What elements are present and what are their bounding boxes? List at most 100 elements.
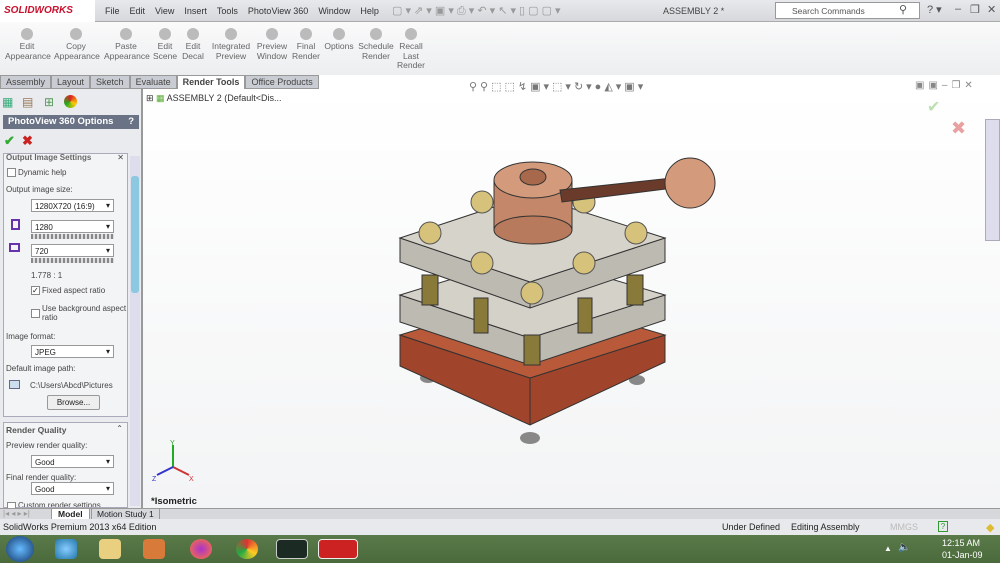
menu-view[interactable]: View [150, 0, 179, 22]
clock-time[interactable]: 12:15 AM [942, 538, 980, 548]
label: Preview Window [256, 41, 288, 61]
tray-expand-icon[interactable]: ▲ [884, 544, 892, 553]
units-select[interactable]: MMGS [890, 522, 918, 532]
fixed-aspect-checkbox[interactable]: ✓ [31, 286, 40, 295]
bg-aspect-checkbox[interactable] [31, 309, 40, 318]
integrated-preview-button[interactable]: Integrated Preview [210, 28, 252, 61]
start-button[interactable] [6, 536, 34, 562]
config-manager-tab-icon[interactable]: ⊞ [44, 95, 54, 109]
path-label: Default image path: [6, 364, 76, 373]
assembly-model[interactable] [143, 89, 1000, 508]
tab-evaluate[interactable]: Evaluate [129, 75, 177, 89]
foot [520, 432, 540, 444]
copy-appearance-button[interactable]: Copy Appearance [54, 28, 100, 61]
solidworks-logo[interactable]: SOLIDWORKS [0, 0, 95, 22]
file-explorer-icon[interactable] [99, 539, 121, 559]
scrollbar-thumb[interactable] [131, 176, 139, 293]
preview-quality-label: Preview render quality: [6, 441, 88, 450]
label: Copy Appearance [54, 41, 100, 61]
tab-scroll-arrows[interactable]: |◂ ◂ ▸ ▸| [3, 509, 30, 518]
search-icon[interactable]: ⚲ [899, 3, 907, 16]
tab-assembly[interactable]: Assembly [0, 75, 52, 89]
tab-render-tools[interactable]: Render Tools [176, 75, 246, 89]
graphics-area[interactable]: ⊞ ▦ ASSEMBLY 2 (Default<Dis... ⚲⚲⬚⬚↯▣▾⬚▾… [143, 80, 1000, 508]
height-slider[interactable] [31, 258, 114, 263]
output-size-label: Output image size: [6, 185, 73, 194]
appearance-tab-icon[interactable] [64, 95, 77, 108]
dynamic-help-label: Dynamic help [18, 168, 67, 177]
help-button[interactable]: ? [128, 116, 134, 127]
width-input[interactable]: 1280 [31, 220, 114, 233]
quick-access-icons[interactable]: ▢ ▾ ⇗ ▾ ▣ ▾ ⎙ ▾ ↶ ▾ ↖ ▾ ▯ ▢ ▢ ▾ [392, 4, 561, 18]
output-image-settings-group: Output Image Settings ✕ Dynamic help Out… [3, 153, 128, 417]
label: Integrated Preview [211, 41, 251, 61]
label: Edit Appearance [5, 41, 51, 61]
width-slider[interactable] [31, 234, 114, 239]
decal-icon [187, 28, 199, 40]
final-render-button[interactable]: Final Render [292, 28, 320, 61]
bolt [523, 334, 541, 366]
menu-bar: File Edit View Insert Tools PhotoView 36… [100, 0, 384, 22]
paste-icon [120, 28, 132, 40]
edit-decal-button[interactable]: Edit Decal [181, 28, 205, 61]
label: Edit Decal [182, 41, 204, 61]
paste-appearance-button[interactable]: Paste Appearance [104, 28, 150, 61]
output-size-select[interactable]: 1280X720 (16:9) [31, 199, 114, 212]
definition-status: Under Defined [722, 522, 781, 532]
cancel-button[interactable]: ✖ [22, 133, 33, 149]
collapse-chevron-icon[interactable]: ⌃ [116, 424, 123, 433]
help-status-icon[interactable]: ? [938, 521, 948, 532]
title-bar: SOLIDWORKS File Edit View Insert Tools P… [0, 0, 1000, 22]
tab-layout[interactable]: Layout [51, 75, 91, 89]
menu-file[interactable]: File [100, 0, 125, 22]
menu-photoview[interactable]: PhotoView 360 [243, 0, 313, 22]
render-quality-group: Render Quality ⌃ Preview render quality:… [3, 422, 128, 511]
property-manager-tab-icon[interactable]: ▤ [22, 95, 33, 109]
dynamic-help-checkbox[interactable] [7, 168, 16, 177]
internet-explorer-icon[interactable] [55, 539, 77, 559]
collapse-icon[interactable]: ✕ [117, 153, 124, 162]
taskbar: ▲ 🔈 12:15 AM 01-Jan-09 [0, 535, 1000, 563]
close-icon[interactable]: ✕ [987, 3, 996, 16]
menu-edit[interactable]: Edit [125, 0, 151, 22]
menu-help[interactable]: Help [355, 0, 384, 22]
menu-insert[interactable]: Insert [179, 0, 212, 22]
view-orientation-label: *Isometric [151, 496, 197, 507]
bolt [626, 274, 644, 306]
tab-office-products[interactable]: Office Products [245, 75, 319, 89]
schedule-render-button[interactable]: Schedule Render [358, 28, 394, 61]
options-button[interactable]: Options [324, 28, 354, 52]
restore-icon[interactable]: ❐ [970, 3, 980, 16]
ok-button[interactable]: ✔ [4, 133, 15, 149]
firefox-icon[interactable] [190, 539, 212, 559]
media-player-icon[interactable] [143, 539, 165, 559]
edition-text: SolidWorks Premium 2013 x64 Edition [3, 522, 157, 532]
schedule-icon [370, 28, 382, 40]
menu-tools[interactable]: Tools [212, 0, 243, 22]
height-input[interactable]: 720 [31, 244, 114, 257]
volume-icon[interactable]: 🔈 [898, 542, 910, 553]
preview-window-button[interactable]: Preview Window [256, 28, 288, 61]
minimize-icon[interactable]: – [955, 3, 961, 15]
preview-quality-select[interactable]: Good [31, 455, 114, 468]
label: Options [324, 41, 354, 51]
final-quality-select[interactable]: Good [31, 482, 114, 495]
preview-icon [225, 28, 237, 40]
tab-sketch[interactable]: Sketch [90, 75, 130, 89]
format-select[interactable]: JPEG [31, 345, 114, 358]
chrome-icon[interactable] [236, 539, 258, 559]
help-icon[interactable]: ? ▾ [927, 3, 942, 16]
solidworks-app-icon[interactable] [318, 539, 358, 559]
edit-appearance-button[interactable]: Edit Appearance [5, 28, 51, 61]
recall-last-render-button[interactable]: Recall Last Render [397, 28, 425, 71]
clock-date[interactable]: 01-Jan-09 [942, 550, 983, 560]
panel-title-text: PhotoView 360 Options [8, 116, 114, 127]
menu-window[interactable]: Window [313, 0, 355, 22]
browse-button[interactable]: Browse... [47, 395, 100, 410]
feature-tree-tab-icon[interactable]: ▦ [2, 95, 13, 109]
filmora-app-icon[interactable] [276, 539, 308, 559]
bolt [421, 274, 439, 306]
rebuild-icon[interactable]: ◆ [986, 521, 994, 534]
bottom-tabs: |◂ ◂ ▸ ▸| Model Motion Study 1 [0, 508, 1000, 520]
edit-scene-button[interactable]: Edit Scene [153, 28, 177, 61]
